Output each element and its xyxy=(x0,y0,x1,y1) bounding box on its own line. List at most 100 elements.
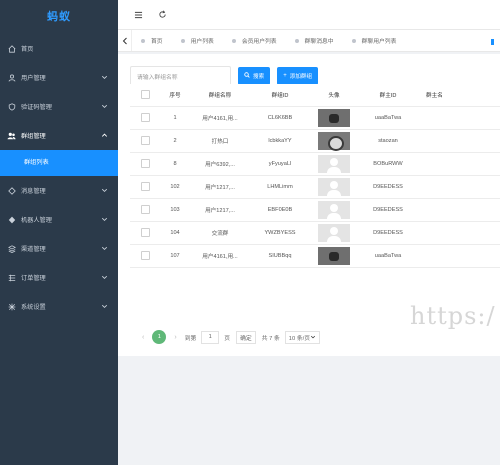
sidebar-item-label: 首页 xyxy=(21,46,34,53)
row-index: 1 xyxy=(160,106,190,130)
avatar[interactable] xyxy=(318,246,350,265)
page-number-input[interactable]: 1 xyxy=(201,330,220,344)
active-tab-marker xyxy=(491,39,494,45)
sidebar-item-users[interactable]: 用户管理 xyxy=(0,63,118,92)
table-row[interactable]: 102 用户1217,... LHMLimm D9EEDESS xyxy=(130,175,500,199)
owner-name-cell xyxy=(418,244,500,268)
chevron-down-icon xyxy=(310,335,316,339)
tab-home[interactable]: 首页 xyxy=(132,30,172,51)
table-row[interactable]: 103 用户1217,... EBF0E0B D9EEDESS xyxy=(130,198,500,222)
owner-id-cell: D9EEDESS xyxy=(358,198,418,222)
pagination: ‹ 1 › 到第 1 页 确定 共 7 条 10 条/页 xyxy=(142,330,321,344)
avatar[interactable] xyxy=(318,154,350,173)
row-checkbox[interactable] xyxy=(140,205,150,214)
group-id-cell: yFyuyaLl xyxy=(250,152,310,176)
order-icon xyxy=(7,273,16,282)
tab-group-messages[interactable]: 群聊消息中 xyxy=(286,30,343,51)
tabs-scroll-left-icon[interactable] xyxy=(118,30,132,51)
tab-label: 用户列表 xyxy=(190,39,214,45)
chevron-down-icon xyxy=(100,73,109,82)
avatar[interactable] xyxy=(318,131,350,151)
sidebar-item-home[interactable]: 首页 xyxy=(0,34,118,63)
select-all-cell xyxy=(130,84,160,107)
table-row[interactable]: 2 打热口 lcbkkaYY staozan xyxy=(130,129,500,153)
avatar-cell xyxy=(310,129,358,153)
owner-id-cell: uaaBaTwa xyxy=(358,244,418,268)
row-select-cell xyxy=(130,221,160,245)
row-index: 104 xyxy=(160,221,190,245)
row-checkbox[interactable] xyxy=(140,228,150,237)
tab-user-list[interactable]: 用户列表 xyxy=(172,30,223,51)
sidebar-item-group-list[interactable]: 群组列表 xyxy=(0,150,118,176)
add-group-button[interactable]: + 添加群组 xyxy=(277,67,319,85)
avatar-cell xyxy=(310,175,358,199)
add-group-button-label: 添加群组 xyxy=(289,74,313,80)
sidebar-item-groups[interactable]: 群组管理 xyxy=(0,121,118,150)
row-index: 8 xyxy=(160,152,190,176)
row-checkbox[interactable] xyxy=(140,113,150,122)
sidebar-item-robots[interactable]: 机器人管理 xyxy=(0,205,118,234)
row-checkbox[interactable] xyxy=(140,182,150,191)
row-checkbox[interactable] xyxy=(140,136,150,145)
avatar[interactable] xyxy=(318,177,350,196)
owner-name-cell xyxy=(418,152,500,176)
sidebar-item-orders[interactable]: 订单管理 xyxy=(0,263,118,292)
owner-id-cell: D9EEDESS xyxy=(358,175,418,199)
top-toolbar xyxy=(118,0,500,30)
avatar[interactable] xyxy=(318,108,350,127)
sidebar-item-captcha[interactable]: 验证码管理 xyxy=(0,92,118,121)
select-all-checkbox[interactable] xyxy=(140,90,150,100)
tab-dot-icon xyxy=(180,38,185,43)
sidebar-item-settings[interactable]: 系统设置 xyxy=(0,292,118,321)
avatar-cell xyxy=(310,106,358,130)
table-header-row: 序号 群组名称 群组ID 头像 群主ID 群主名 xyxy=(130,84,500,107)
chevron-down-icon xyxy=(100,186,109,195)
main-area: 首页 用户列表 会员用户列表 群聊消息中 群聊用户列表 请输入群组名称 搜索 +… xyxy=(118,0,500,465)
column-header: 群组ID xyxy=(250,84,310,107)
avatar[interactable] xyxy=(318,200,350,219)
row-checkbox[interactable] xyxy=(140,251,150,260)
next-page-button[interactable]: › xyxy=(174,334,176,341)
group-icon xyxy=(7,131,16,140)
avatar-cell xyxy=(310,221,358,245)
sidebar-item-channels[interactable]: 渠道管理 xyxy=(0,234,118,263)
table-row[interactable]: 1 用户4161,用... CL6K6BB uaaBaTwa xyxy=(130,106,500,130)
total-count: 共 7 条 xyxy=(261,335,280,342)
group-table: 序号 群组名称 群组ID 头像 群主ID 群主名 1 用户4161,用... CL6… xyxy=(130,84,500,268)
row-checkbox[interactable] xyxy=(140,159,150,168)
search-bar: 请输入群组名称 搜索 + 添加群组 xyxy=(130,66,319,86)
group-id-cell: lcbkkaYY xyxy=(250,129,310,153)
group-name-cell: 用户4161,用... xyxy=(190,106,250,130)
group-id-cell: CL6K6BB xyxy=(250,106,310,130)
tab-group-user-list[interactable]: 群聊用户列表 xyxy=(343,30,406,51)
goto-confirm-button[interactable]: 确定 xyxy=(236,330,256,344)
menu-toggle-icon[interactable] xyxy=(132,9,144,21)
row-index: 103 xyxy=(160,198,190,222)
goto-label: 到第 xyxy=(184,335,197,342)
column-header: 群主ID xyxy=(358,84,418,107)
owner-id-cell: BOBuRWW xyxy=(358,152,418,176)
user-icon xyxy=(7,73,16,82)
table-row[interactable]: 104 交流群 YWZBYESS D9EEDESS xyxy=(130,221,500,245)
search-button-label: 搜索 xyxy=(253,74,265,80)
tab-label: 群聊用户列表 xyxy=(361,39,397,45)
column-header: 头像 xyxy=(310,84,358,107)
tab-member-user-list[interactable]: 会员用户列表 xyxy=(223,30,286,51)
sidebar-item-messages[interactable]: 消息管理 xyxy=(0,176,118,205)
search-button[interactable]: 搜索 xyxy=(238,67,271,85)
row-select-cell xyxy=(130,152,160,176)
prev-page-button[interactable]: ‹ xyxy=(142,334,144,341)
plus-icon: + xyxy=(283,73,287,79)
page-size-select[interactable]: 10 条/页 xyxy=(284,330,321,344)
current-page-button[interactable]: 1 xyxy=(152,330,167,344)
group-name-search-input[interactable]: 请输入群组名称 xyxy=(130,66,231,86)
search-icon xyxy=(244,72,250,80)
sidebar-item-label: 系统设置 xyxy=(21,304,46,311)
table-row[interactable]: 8 用户6392,... yFyuyaLl BOBuRWW xyxy=(130,152,500,176)
group-name-cell: 用户1217,... xyxy=(190,175,250,199)
group-name-cell: 交流群 xyxy=(190,221,250,245)
table-row[interactable]: 107 用户4161,用... SIUBBqq uaaBaTwa xyxy=(130,244,500,268)
row-index: 102 xyxy=(160,175,190,199)
avatar[interactable] xyxy=(318,223,350,242)
refresh-icon[interactable] xyxy=(156,9,168,21)
